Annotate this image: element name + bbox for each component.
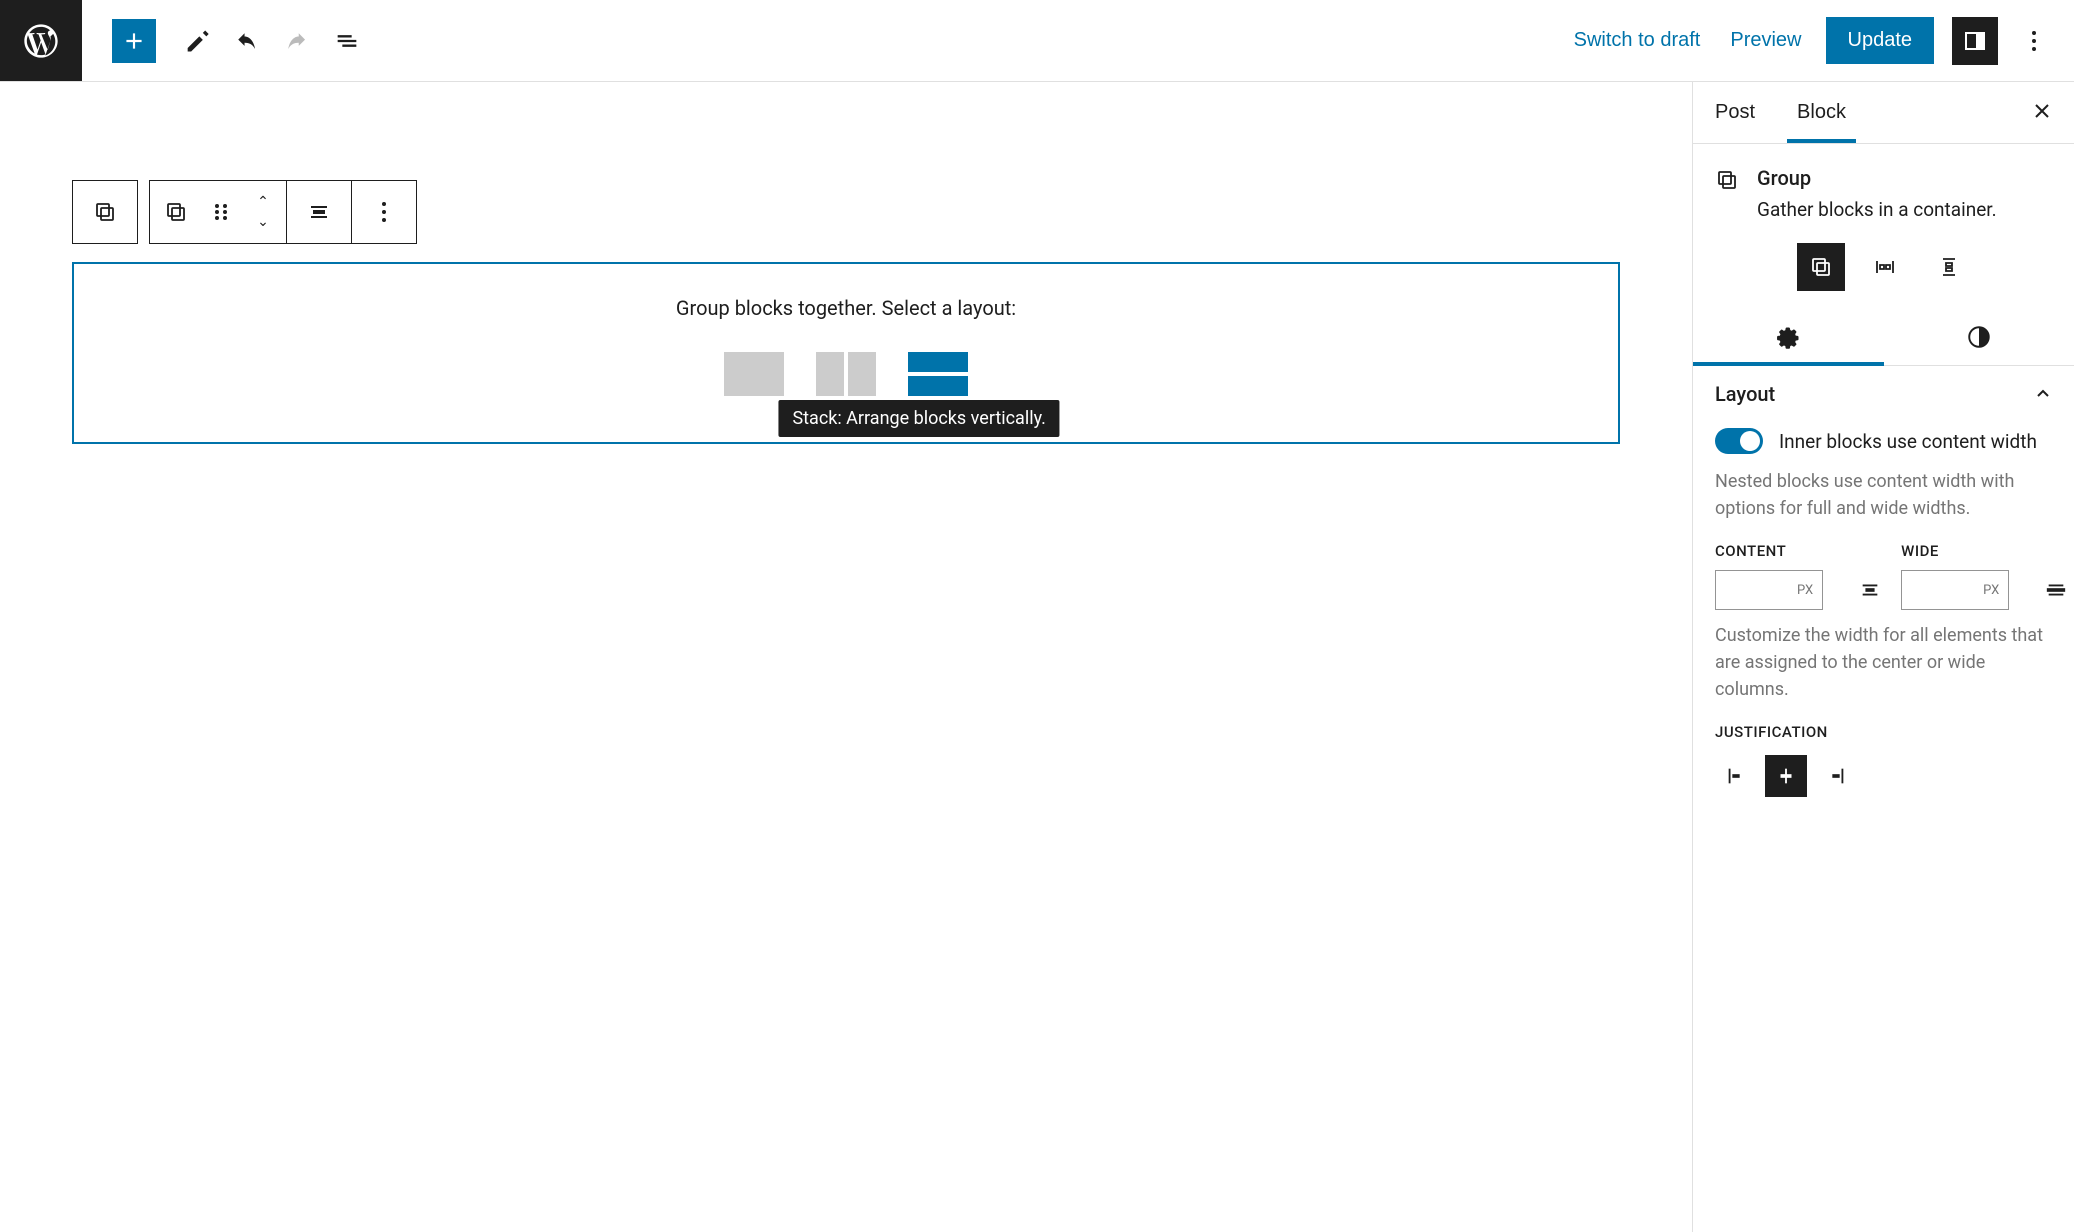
stack-icon [1937,255,1961,279]
justify-center-icon [1775,765,1797,787]
layout-stack-icon [908,352,968,396]
update-button[interactable]: Update [1826,17,1935,64]
width-help-text: Customize the width for all elements tha… [1715,622,2052,703]
close-sidebar-button[interactable] [2032,97,2052,128]
undo-button[interactable] [222,16,272,66]
styles-icon [1966,324,1992,350]
editor-header: Switch to draft Preview Update [0,0,2074,82]
list-icon [333,27,361,55]
layout-stack-button[interactable] [908,352,968,396]
wide-width-input[interactable] [1901,570,2009,610]
content-width-toggle-row: Inner blocks use content width [1715,428,2052,454]
layout-group-button[interactable] [724,352,784,396]
justify-left-icon [1725,765,1747,787]
content-width-icon [1859,579,1881,601]
document-overview-button[interactable] [322,16,372,66]
header-right-actions: Switch to draft Preview Update [1568,17,2074,65]
toggle-help-text: Nested blocks use content width with opt… [1715,468,2052,522]
tools-button[interactable] [172,16,222,66]
pencil-icon [183,27,211,55]
redo-icon [283,27,311,55]
settings-sidebar-toggle[interactable] [1952,17,1998,65]
layout-panel-header[interactable]: Layout [1693,366,2074,422]
content-width-col: CONTENT PX [1715,542,1881,610]
preview-button[interactable]: Preview [1724,19,1807,62]
justify-right-button[interactable] [1815,755,1857,797]
content-width-input[interactable] [1715,570,1823,610]
inspector-sub-tabs [1693,309,2074,366]
group-icon [93,200,117,224]
justification-label: JUSTIFICATION [1715,723,2052,741]
chevron-up-icon [2034,385,2052,403]
more-vertical-icon [381,201,387,223]
variation-row-button[interactable] [1861,243,1909,291]
block-description: Gather blocks in a container. [1757,198,1997,221]
group-block-placeholder[interactable]: Group blocks together. Select a layout: … [72,262,1620,444]
sub-tab-styles[interactable] [1884,309,2074,365]
block-info: Group Gather blocks in a container. [1693,144,2074,243]
plus-icon [121,28,147,54]
justify-center-button[interactable] [1765,755,1807,797]
select-parent-button[interactable] [73,181,137,243]
inner-blocks-width-toggle[interactable] [1715,428,1763,454]
tooltip-stack: Stack: Arrange blocks vertically. [778,400,1059,437]
more-vertical-icon [2031,30,2037,52]
editor-canvas[interactable]: ⌃ ⌄ Group blocks together. Select a layo… [0,82,1692,1232]
justification-buttons [1715,755,2052,797]
move-down-button[interactable]: ⌄ [257,215,269,229]
sidebar-tabs: Post Block [1693,82,2074,144]
group-placeholder-label: Group blocks together. Select a layout: [74,296,1618,320]
row-icon [1873,255,1897,279]
gear-icon [1775,324,1801,350]
layout-options [74,352,1618,396]
close-icon [2032,101,2052,121]
wide-width-label: WIDE [1901,542,2067,560]
undo-icon [233,27,261,55]
toggle-label: Inner blocks use content width [1779,430,2037,453]
block-toolbar-main: ⌃ ⌄ [149,180,417,244]
sub-tab-settings[interactable] [1693,309,1884,365]
redo-button[interactable] [272,16,322,66]
block-type-button[interactable] [150,181,202,243]
block-toolbar-parent [72,180,138,244]
add-block-button[interactable] [112,19,156,63]
wide-width-icon [2045,579,2067,601]
content-width-label: CONTENT [1715,542,1881,560]
block-align-button[interactable] [287,181,351,243]
options-button[interactable] [2016,17,2052,65]
layout-group-icon [724,352,784,396]
justify-right-icon [1825,765,1847,787]
block-options-button[interactable] [352,181,416,243]
layout-row-button[interactable] [816,352,876,396]
move-up-button[interactable]: ⌃ [257,195,269,209]
group-icon [164,200,188,224]
block-toolbar: ⌃ ⌄ [72,180,417,244]
block-variation-picker [1693,243,2074,309]
drag-icon [213,201,229,223]
switch-to-draft-button[interactable]: Switch to draft [1568,19,1707,62]
justify-left-button[interactable] [1715,755,1757,797]
header-left-tools [82,16,372,66]
wordpress-icon [21,21,61,61]
wordpress-logo-button[interactable] [0,0,82,81]
variation-stack-button[interactable] [1925,243,1973,291]
layout-panel-title: Layout [1715,382,1775,406]
group-icon [1715,168,1739,192]
block-mover: ⌃ ⌄ [240,181,286,243]
wide-width-col: WIDE PX [1901,542,2067,610]
settings-sidebar: Post Block Group Gather blocks in a cont… [1692,82,2074,1232]
tab-post[interactable]: Post [1715,83,1755,142]
block-title: Group [1757,166,1997,190]
block-info-text: Group Gather blocks in a container. [1757,166,1997,221]
sidebar-icon [1963,29,1987,53]
width-controls-row: CONTENT PX WIDE PX [1715,542,2052,610]
layout-panel-body: Inner blocks use content width Nested bl… [1693,422,2074,819]
layout-row-icon [816,352,876,396]
variation-group-button[interactable] [1797,243,1845,291]
main-layout: ⌃ ⌄ Group blocks together. Select a layo… [0,82,2074,1232]
group-icon [1809,255,1833,279]
align-icon [307,200,331,224]
tab-block[interactable]: Block [1797,83,1846,142]
drag-handle[interactable] [202,181,240,243]
